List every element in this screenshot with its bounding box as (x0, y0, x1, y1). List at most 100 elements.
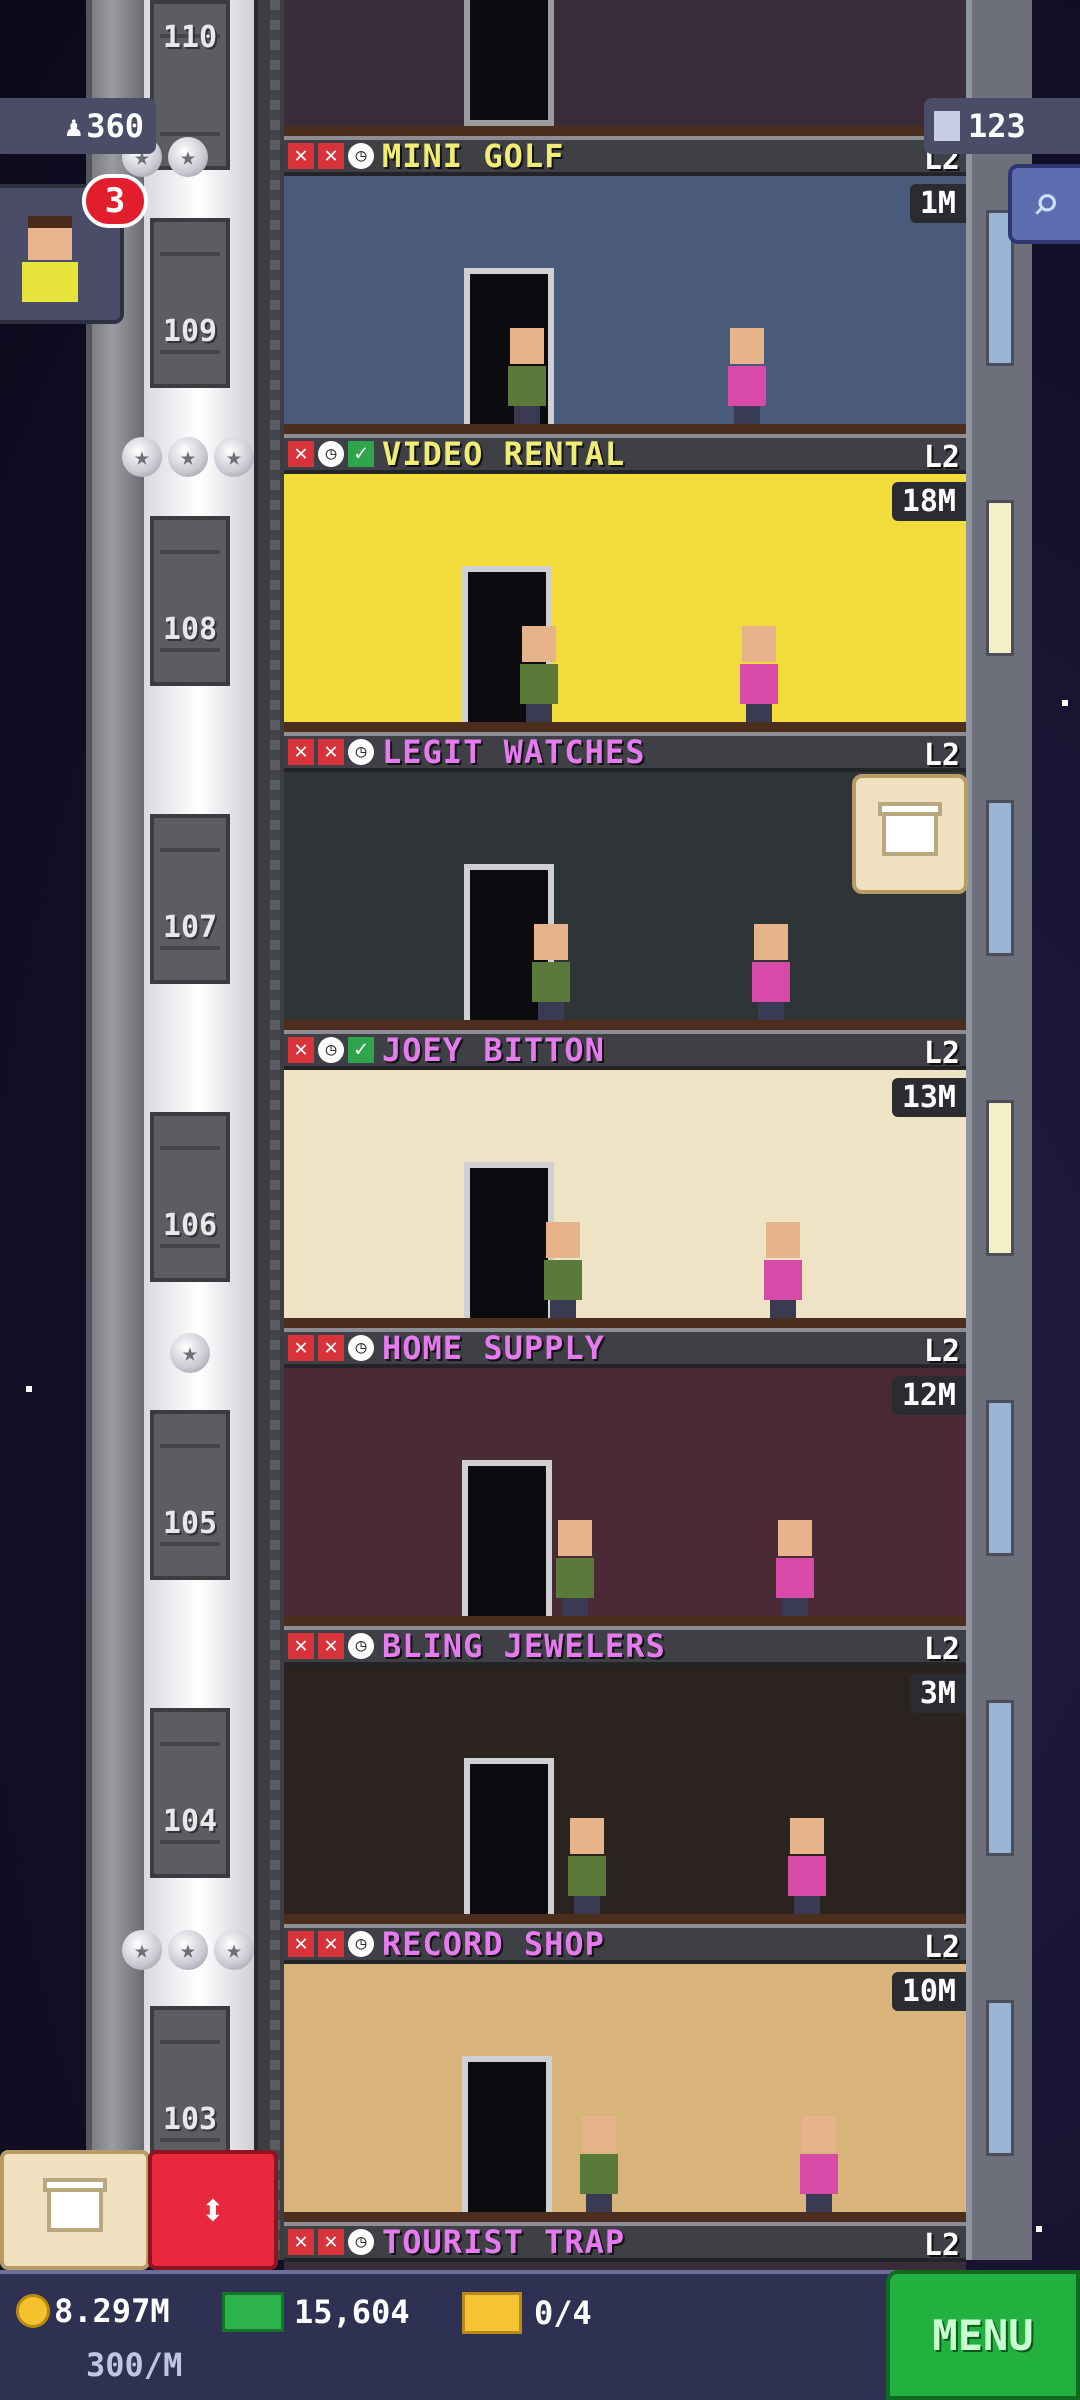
bitizen[interactable] (576, 2116, 622, 2212)
bitizen[interactable] (564, 1818, 610, 1914)
floor-name: MINI GOLF (382, 137, 565, 175)
clock-icon: ◷ (348, 2229, 374, 2255)
floor-name: LEGIT WATCHES (382, 733, 646, 771)
star (1062, 700, 1068, 706)
elevator-button[interactable]: ⬍ (148, 2150, 278, 2270)
bitizen[interactable] (748, 924, 794, 1020)
out-of-stock-icon: ✕ (318, 2229, 344, 2255)
floor-room[interactable] (284, 1368, 966, 1626)
menu-button[interactable]: MENU (886, 2270, 1080, 2400)
clock-icon: ◷ (348, 1633, 374, 1659)
floor-104[interactable]: ✕ ✕ ◷ BLING JEWELERS L2 3M (284, 1626, 966, 1924)
inventory-crate-button[interactable] (852, 774, 968, 894)
floor-number-106: 106 (162, 1208, 218, 1243)
bitizen[interactable] (540, 1222, 586, 1318)
bitizen[interactable] (504, 328, 550, 424)
out-of-stock-icon: ✕ (288, 739, 314, 765)
floor-header[interactable]: ✕ ✕ ◷ MINI GOLF L2 (284, 136, 966, 177)
floor-name: RECORD SHOP (382, 1925, 605, 1963)
out-of-stock-icon: ✕ (318, 1335, 344, 1361)
bitizen[interactable] (528, 924, 574, 1020)
population-counter[interactable]: ♟ 360 (0, 98, 156, 154)
bitizen[interactable] (772, 1520, 818, 1616)
bitizen[interactable] (724, 328, 770, 424)
bitizen[interactable] (516, 626, 562, 722)
bitizen[interactable] (552, 1520, 598, 1616)
star (1036, 2226, 1042, 2232)
bitizen[interactable] (760, 1222, 806, 1318)
tower-window (986, 1100, 1014, 1256)
floor-header[interactable]: ✕ ✕ ◷ RECORD SHOP L2 (284, 1924, 966, 1965)
floor-room[interactable] (284, 176, 966, 434)
floor-number-104: 104 (162, 1804, 218, 1839)
floor-room[interactable] (284, 1070, 966, 1328)
crate-icon (43, 2178, 107, 2232)
floor-header[interactable]: ✕ ✕ ◷ LEGIT WATCHES L2 (284, 732, 966, 773)
bitizen[interactable] (736, 626, 782, 722)
person-icon: ♟ (65, 109, 83, 143)
floor-103[interactable]: ✕ ✕ ◷ RECORD SHOP L2 10M (284, 1924, 966, 2222)
floor-108[interactable]: ✕ ◷ ✓ VIDEO RENTAL L2 18M (284, 434, 966, 732)
floor-ground (284, 1318, 966, 1328)
floor-level: L2 (923, 1334, 960, 1369)
out-of-stock-icon: ✕ (288, 441, 314, 467)
floor-name: BLING JEWELERS (382, 1627, 666, 1665)
floor-revenue: 18M (891, 482, 966, 521)
floor-header[interactable]: ✕ ✕ ◷ HOME SUPPLY L2 (284, 1328, 966, 1369)
stars-floor-103[interactable]: ★ ★ ★ (122, 1930, 254, 1970)
out-of-stock-icon: ✕ (318, 739, 344, 765)
shaft-floor-108 (150, 516, 230, 686)
floor-room[interactable] (284, 1666, 966, 1924)
building-icon (934, 111, 960, 141)
tower-window (986, 2000, 1014, 2156)
out-of-stock-icon: ✕ (288, 1931, 314, 1957)
storage-crate-button[interactable] (0, 2150, 150, 2270)
floor-102[interactable]: ✕ ✕ ◷ TOURIST TRAP L2 (284, 2222, 966, 2274)
coins-display[interactable]: 8.297M (16, 2292, 170, 2330)
floor-header[interactable]: ✕ ◷ ✓ VIDEO RENTAL L2 (284, 434, 966, 475)
star-icon: ★ (168, 437, 208, 477)
stars-floor-108[interactable]: ★ ★ ★ (122, 437, 254, 477)
floor-header[interactable]: ✕ ✕ ◷ BLING JEWELERS L2 (284, 1626, 966, 1667)
floor-room-110[interactable] (284, 0, 966, 136)
out-of-stock-icon: ✕ (288, 2229, 314, 2255)
floor-ground (284, 424, 966, 434)
star-icon: ★ (214, 437, 254, 477)
floor-room[interactable] (284, 1964, 966, 2222)
search-button[interactable]: ⌕ (1008, 164, 1080, 244)
floor-header[interactable]: ✕ ◷ ✓ JOEY BITTON L2 (284, 1030, 966, 1071)
coin-icon (16, 2294, 50, 2328)
notification-badge: 3 (82, 174, 148, 228)
shaft-floor-106 (150, 1112, 230, 1282)
tickets-display[interactable]: 0/4 (462, 2292, 592, 2334)
out-of-stock-icon: ✕ (288, 143, 314, 169)
out-of-stock-icon: ✕ (318, 143, 344, 169)
floor-revenue: 10M (891, 1972, 966, 2011)
clock-icon: ◷ (318, 441, 344, 467)
floor-number-110: 110 (162, 20, 218, 55)
floor-header[interactable]: ✕ ✕ ◷ TOURIST TRAP L2 (284, 2222, 966, 2263)
floor-level: L2 (923, 2228, 960, 2263)
bitizen[interactable] (784, 1818, 830, 1914)
bitizen[interactable] (796, 2116, 842, 2212)
floor-number-108: 108 (162, 612, 218, 647)
floor-room[interactable] (284, 474, 966, 732)
tower-floor-counter[interactable]: 123 (924, 98, 1080, 154)
star (26, 1386, 32, 1392)
floor-106[interactable]: ✕ ◷ ✓ JOEY BITTON L2 13M (284, 1030, 966, 1328)
out-of-stock-icon: ✕ (288, 1335, 314, 1361)
bitizen-avatar (22, 216, 78, 306)
out-of-stock-icon: ✕ (318, 1931, 344, 1957)
stars-floor-105[interactable]: ★ (170, 1333, 210, 1373)
floor-ground (284, 2212, 966, 2222)
floor-revenue: 13M (891, 1078, 966, 1117)
floor-105[interactable]: ✕ ✕ ◷ HOME SUPPLY L2 12M (284, 1328, 966, 1626)
check-icon: ✓ (348, 441, 374, 467)
bux-display[interactable]: 15,604 (222, 2292, 410, 2332)
floor-number-105: 105 (162, 1506, 218, 1541)
floor-ground (284, 722, 966, 732)
floor-109[interactable]: ✕ ✕ ◷ MINI GOLF L2 1M (284, 136, 966, 434)
clock-icon: ◷ (348, 739, 374, 765)
star-icon: ★ (168, 137, 208, 177)
star-icon: ★ (168, 1930, 208, 1970)
